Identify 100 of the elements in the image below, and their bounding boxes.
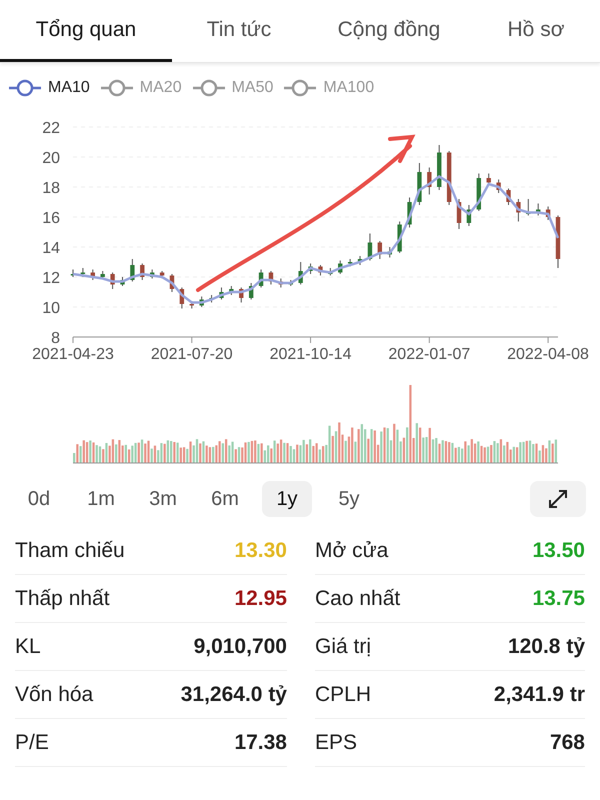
stat-value: 13.75 bbox=[532, 586, 585, 610]
y-tick-label: 10 bbox=[42, 300, 60, 317]
stat-label: Mở cửa bbox=[315, 538, 388, 562]
candle bbox=[170, 274, 174, 292]
line-marker-icon[interactable] bbox=[100, 78, 134, 98]
candle bbox=[456, 198, 462, 230]
stat-label: KL bbox=[15, 634, 41, 658]
candle bbox=[516, 198, 521, 222]
candle bbox=[378, 240, 382, 260]
y-tick-label: 8 bbox=[51, 330, 60, 347]
candle bbox=[100, 270, 105, 279]
candle bbox=[190, 300, 194, 309]
range-button[interactable]: 5y bbox=[324, 481, 374, 517]
candle bbox=[388, 246, 392, 258]
stat-value: 2,341.9 tr bbox=[494, 682, 585, 706]
candle bbox=[358, 256, 362, 266]
stat-value: 9,010,700 bbox=[194, 634, 287, 658]
candle bbox=[506, 188, 511, 206]
x-tick-label: 2022-01-07 bbox=[388, 346, 470, 363]
candle bbox=[209, 294, 214, 303]
candle bbox=[229, 286, 234, 296]
y-tick-label: 12 bbox=[42, 270, 60, 287]
x-tick-label: 2021-04-23 bbox=[32, 346, 114, 363]
candle bbox=[437, 144, 442, 190]
expand-icon bbox=[547, 488, 569, 510]
y-tick-label: 18 bbox=[42, 180, 60, 197]
candle bbox=[318, 264, 323, 276]
range-button[interactable]: 0d bbox=[14, 481, 64, 517]
stat-value: 13.50 bbox=[532, 538, 585, 562]
tab[interactable]: Hồ sơ bbox=[472, 0, 600, 62]
stat-label: Tham chiếu bbox=[15, 538, 125, 562]
legend-label: MA20 bbox=[140, 79, 182, 97]
candle bbox=[328, 268, 333, 276]
candle bbox=[248, 282, 254, 300]
tab[interactable]: Tổng quan bbox=[0, 0, 172, 62]
candle bbox=[278, 278, 284, 288]
tab[interactable]: Cộng đồng bbox=[306, 0, 472, 62]
y-tick-label: 22 bbox=[42, 120, 60, 137]
range-button[interactable]: 1m bbox=[76, 481, 126, 517]
stat-value: 12.95 bbox=[234, 586, 287, 610]
stat-label: P/E bbox=[15, 730, 49, 754]
candle bbox=[407, 197, 412, 228]
candle bbox=[496, 179, 501, 194]
candle bbox=[219, 287, 224, 300]
y-tick-label: 16 bbox=[42, 210, 60, 227]
candle bbox=[150, 269, 154, 279]
candle bbox=[258, 269, 264, 288]
candle bbox=[90, 269, 95, 280]
stat-label: Vốn hóa bbox=[15, 682, 94, 706]
candle bbox=[268, 270, 274, 285]
stat-value: 17.38 bbox=[234, 730, 287, 754]
candle bbox=[476, 173, 482, 212]
candle bbox=[368, 233, 372, 261]
candle bbox=[239, 287, 244, 303]
y-tick-label: 20 bbox=[42, 150, 60, 167]
candle bbox=[199, 296, 204, 308]
candle bbox=[556, 215, 560, 268]
candle bbox=[298, 262, 303, 285]
stat-value: 120.8 tỷ bbox=[508, 634, 585, 658]
range-button[interactable]: 3m bbox=[138, 481, 188, 517]
candle bbox=[70, 269, 76, 278]
stat-label: Giá trị bbox=[315, 634, 372, 658]
candle bbox=[160, 270, 164, 279]
candle bbox=[397, 221, 402, 254]
candle bbox=[308, 263, 313, 274]
candle bbox=[446, 150, 452, 206]
x-tick-label: 2021-10-14 bbox=[270, 346, 352, 363]
candle bbox=[427, 167, 432, 195]
legend-label: MA100 bbox=[323, 79, 374, 97]
line-marker-icon[interactable] bbox=[283, 78, 318, 98]
candle bbox=[140, 263, 144, 280]
line-marker-icon[interactable] bbox=[192, 78, 226, 98]
stat-value: 13.30 bbox=[234, 538, 287, 562]
candle bbox=[466, 204, 472, 226]
candle bbox=[80, 268, 86, 278]
candle bbox=[120, 276, 125, 286]
expand-button[interactable] bbox=[530, 481, 586, 517]
range-button[interactable]: 6m bbox=[200, 481, 250, 517]
stat-label: Cao nhất bbox=[315, 586, 400, 610]
candle bbox=[110, 272, 115, 290]
stat-value: 768 bbox=[550, 730, 585, 754]
candle bbox=[288, 280, 293, 286]
candle bbox=[536, 203, 540, 216]
candle bbox=[546, 206, 550, 220]
line-marker-icon[interactable] bbox=[8, 78, 42, 98]
range-button[interactable]: 1y bbox=[262, 481, 312, 517]
x-tick-label: 2021-07-20 bbox=[150, 346, 233, 363]
tab[interactable]: Tin tức bbox=[172, 0, 306, 62]
x-tick-label: 2022-04-08 bbox=[507, 346, 589, 363]
stat-label: CPLH bbox=[315, 682, 372, 706]
candle bbox=[338, 260, 342, 274]
legend-label: MA50 bbox=[232, 79, 274, 97]
y-tick-label: 14 bbox=[42, 240, 60, 257]
stat-label: EPS bbox=[315, 730, 358, 754]
candle bbox=[180, 287, 184, 309]
candle bbox=[526, 198, 530, 216]
stat-label: Thấp nhất bbox=[15, 586, 110, 610]
candle bbox=[130, 258, 135, 282]
candle bbox=[348, 258, 352, 267]
stat-value: 31,264.0 tỷ bbox=[180, 682, 287, 706]
